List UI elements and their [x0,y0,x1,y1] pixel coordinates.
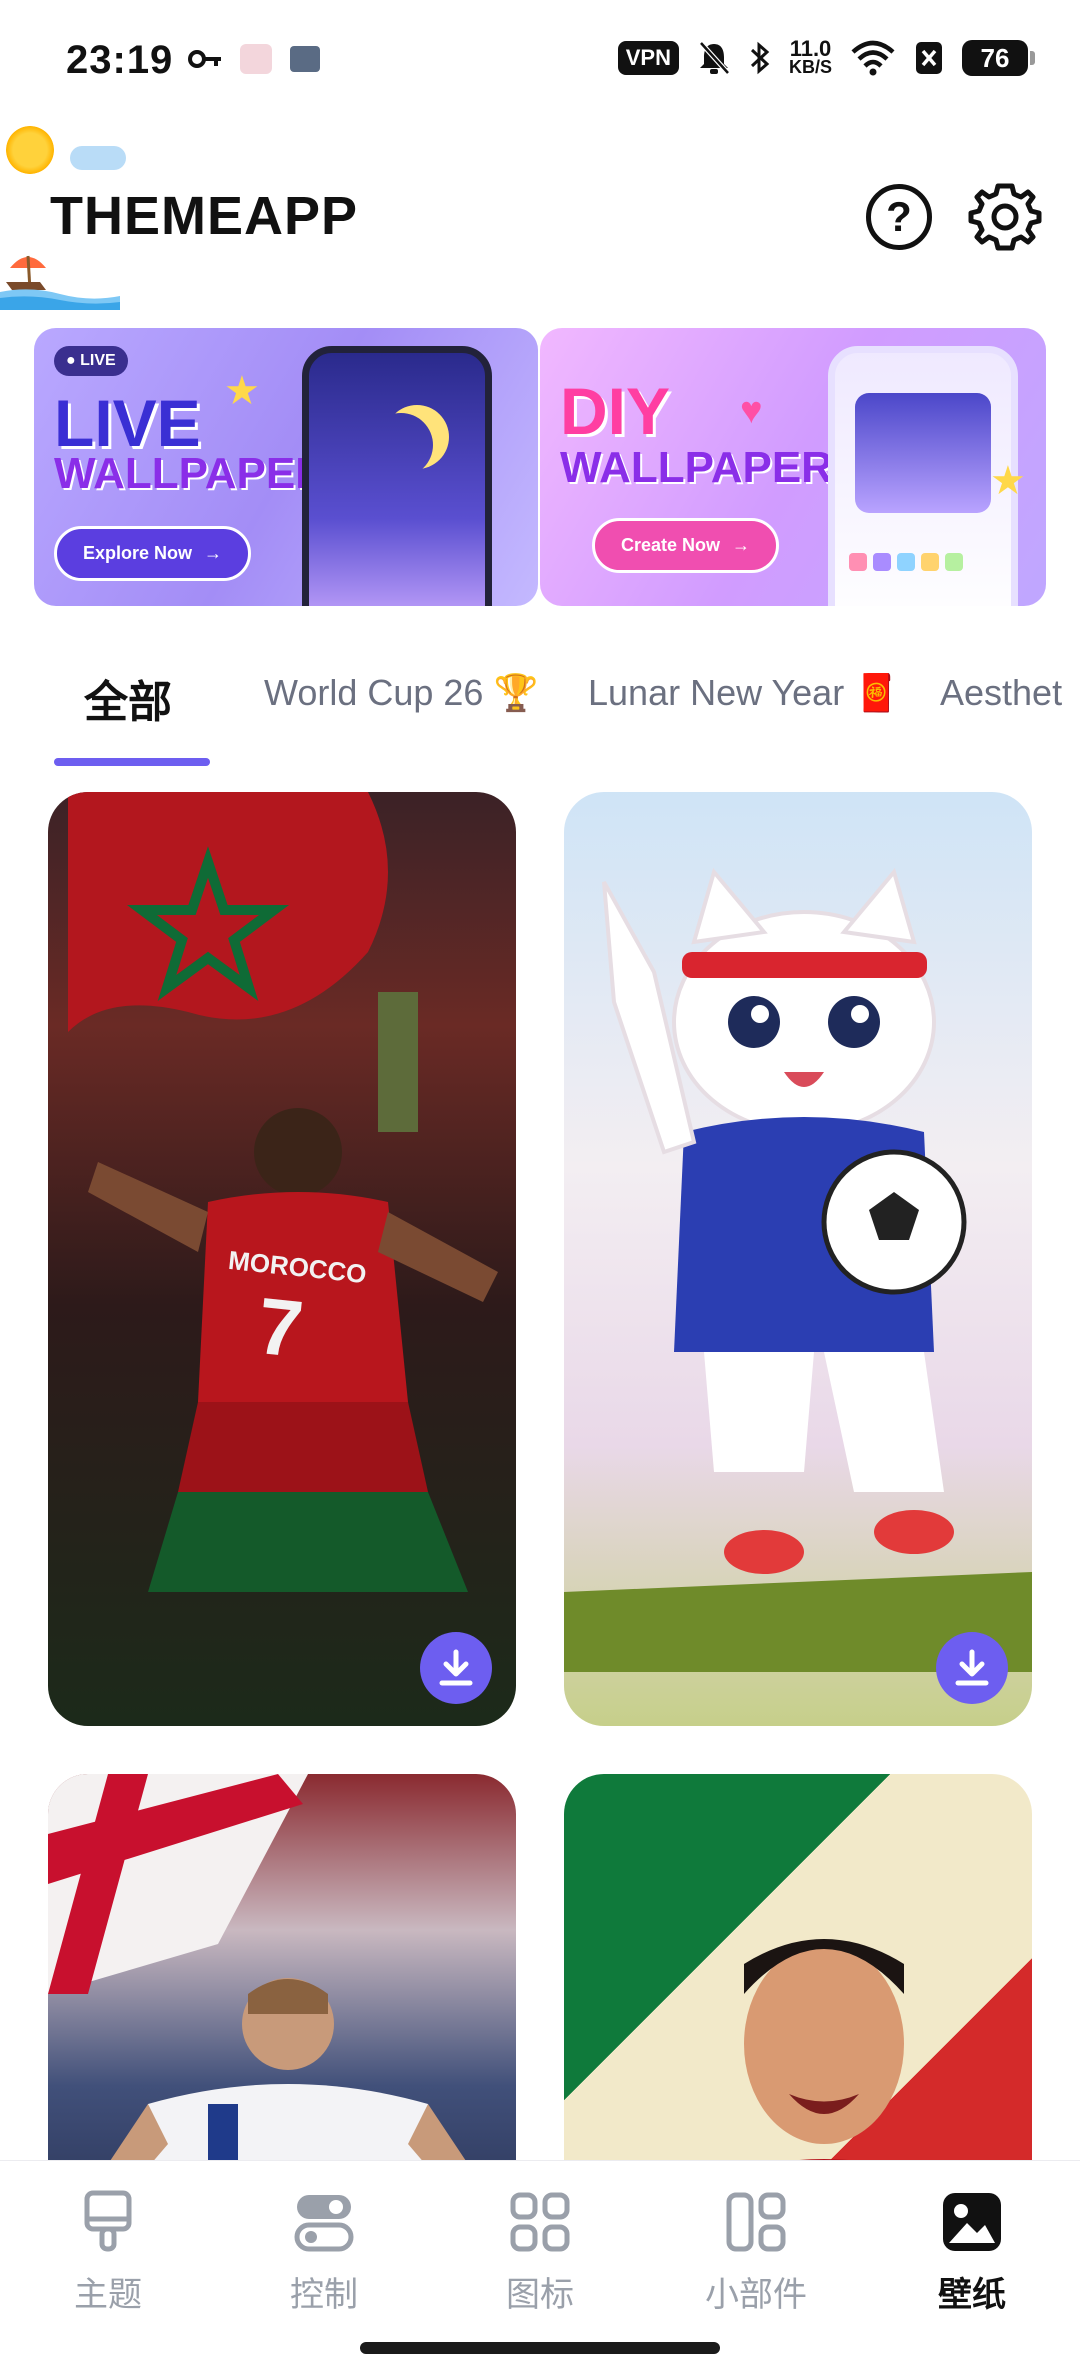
grid-icon [510,2192,570,2252]
banner-title: LIVE [54,386,201,460]
banner-subtitle: WALLPAPER [560,443,833,492]
star-icon: ★ [224,369,260,413]
status-time: 23:19 [66,38,174,82]
explore-now-button[interactable]: Explore Now → [54,526,252,581]
help-button[interactable]: ? [866,184,932,250]
sun-decoration [6,126,54,174]
status-bar: 23:19 VPN 11.0 KB/S 76 [0,0,1080,120]
tab-indicator [54,758,210,766]
status-right-icons: VPN 11.0 KB/S 76 [617,36,1035,77]
tab-world-cup[interactable]: World Cup 26 🏆 [264,672,538,714]
star-icon: ★ [990,459,1026,503]
no-sim-icon [916,42,942,74]
bluetooth-icon [750,41,770,75]
download-button[interactable] [420,1632,492,1704]
key-icon [188,50,221,68]
nav-item-controls[interactable]: 控制 [254,2189,394,2316]
diy-wallpaper-banner[interactable]: DIY WALLPAPER Create Now → ♥ ★ [540,328,1046,606]
download-button[interactable] [936,1632,1008,1704]
category-tabs: 全部 World Cup 26 🏆 Lunar New Year 🧧 Aesth… [0,660,1080,770]
beach-umbrella-decoration [0,255,120,310]
battery-indicator: 76 [962,40,1035,76]
toggle-icon [294,2195,354,2252]
create-now-button[interactable]: Create Now → [592,518,780,573]
brush-icon [84,2190,132,2252]
phone-screen-preview [855,393,991,513]
wifi-icon [851,40,895,76]
notification-app-icon-2 [290,46,320,72]
tab-all[interactable]: 全部 [84,666,172,730]
tab-lunar-new-year[interactable]: Lunar New Year 🧧 [588,672,899,714]
banner-subtitle: WALLPAPER [54,449,327,498]
nav-item-widgets[interactable]: 小部件 [686,2189,826,2316]
cloud-decoration [70,146,126,170]
bell-muted-icon [699,41,730,75]
gear-icon[interactable] [968,180,1042,254]
wallpaper-card[interactable]: MOROCCO 7 [48,792,516,1726]
widget-icon [726,2192,786,2252]
download-icon [955,1649,989,1686]
heart-icon: ♥ [740,390,763,432]
phone-mockup [302,346,492,606]
home-indicator [360,2342,720,2354]
network-speed: 11.0 KB/S [788,36,832,77]
nav-item-themes[interactable]: 主题 [38,2189,178,2316]
live-wallpaper-banner[interactable]: ● LIVE LIVE WALLPAPER Explore Now → ★ [34,328,538,606]
wallpaper-card[interactable] [564,792,1032,1726]
nav-item-wallpaper[interactable]: 壁纸 [902,2189,1042,2316]
cat-soccer-figure-image [564,867,1032,1672]
nav-item-icons[interactable]: 图标 [470,2189,610,2316]
vpn-badge: VPN [617,41,679,75]
live-pill: ● LIVE [54,346,128,376]
app-title: THEMEAPP [50,186,359,246]
moon-icon [369,413,433,477]
arrow-right-icon: → [732,535,751,555]
tab-aesthetic[interactable]: Aesthet [940,672,1062,714]
notification-app-icon [240,44,272,74]
morocco-flag-image [68,792,388,1032]
color-swatches [849,553,963,571]
download-icon [439,1649,473,1686]
wallpaper-icon [943,2193,1001,2251]
arrow-right-icon: → [204,543,223,563]
banner-title: DIY [560,374,671,448]
status-left-icons [188,44,320,74]
